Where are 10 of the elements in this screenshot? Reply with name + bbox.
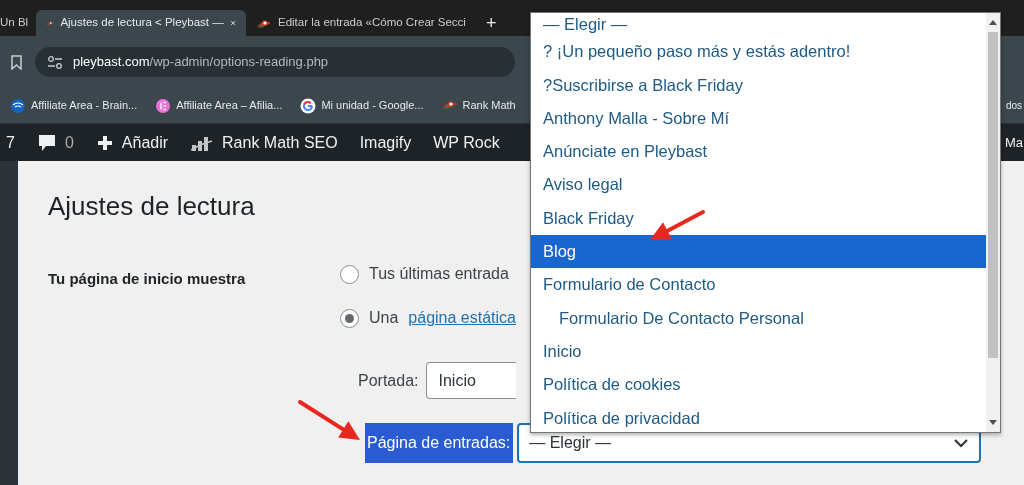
tab-title: Ajustes de lectura < Pleybast — [60,15,224,31]
field-label: Página de entradas: [365,423,514,464]
url-text: pleybast.com/wp-admin/options-reading.php [73,53,329,72]
radio-label: Tus últimas entrada [369,264,509,285]
page-title: Ajustes de lectura [48,191,255,223]
tab-title: Editar la entrada «Cómo Crear Secci [278,15,466,31]
field-label: Tu página de inicio muestra [48,269,247,290]
field-label: Portada: [358,370,419,391]
radio-label: Una [369,308,399,329]
tab-title: Un Bl [0,15,29,31]
